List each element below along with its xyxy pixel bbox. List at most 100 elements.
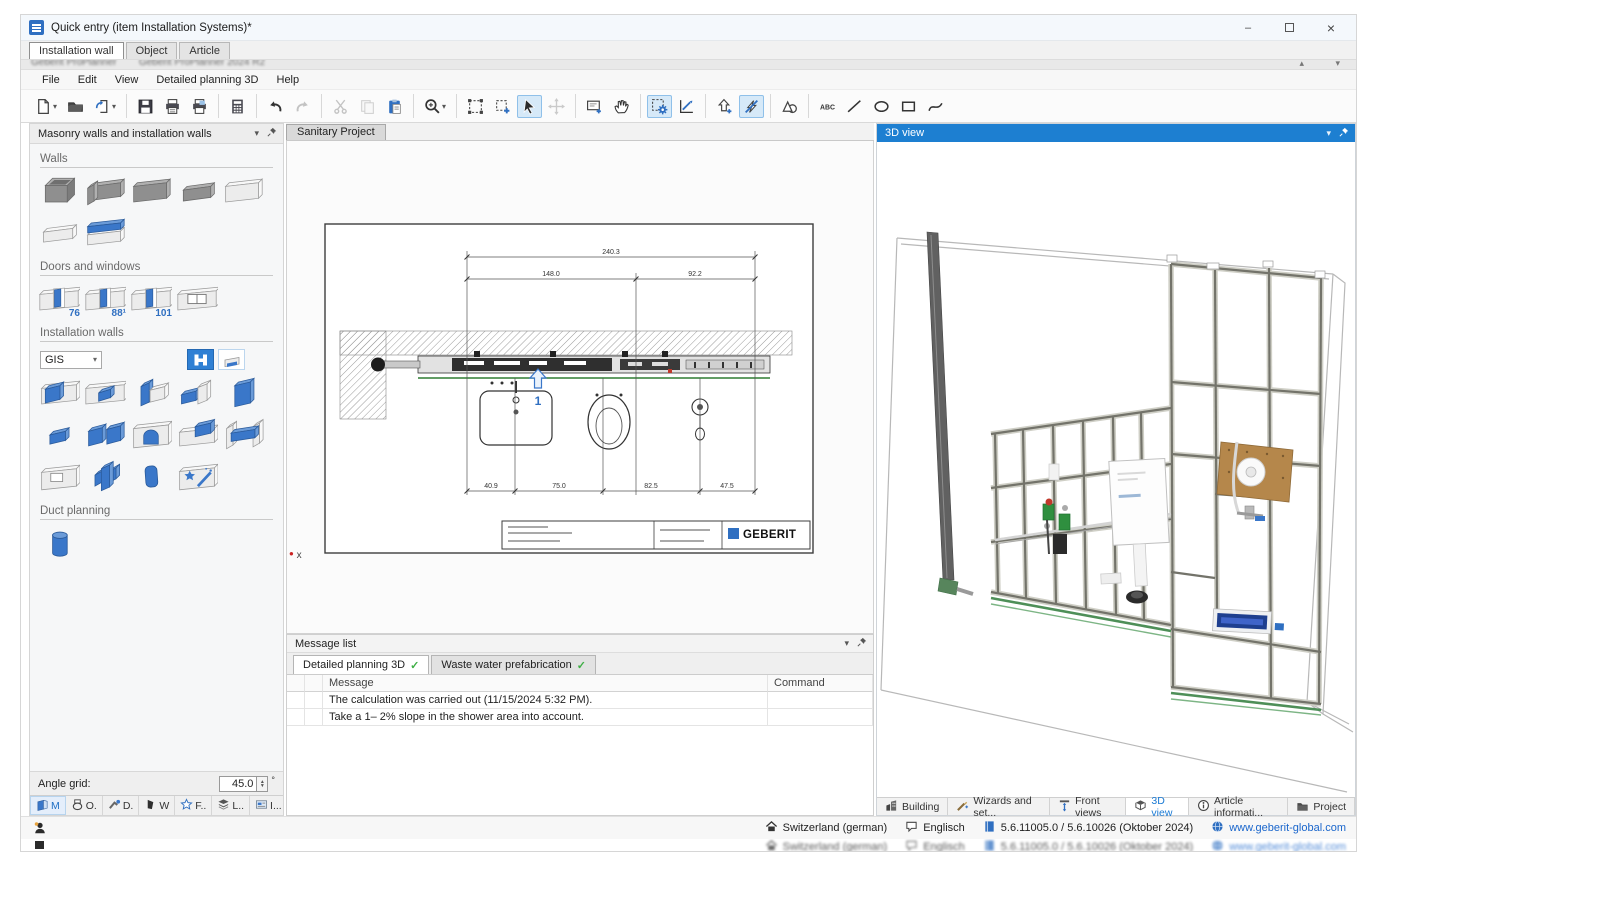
rectangle-button[interactable]	[896, 95, 921, 118]
dropdown-caret-icon[interactable]: ▾	[53, 102, 57, 111]
palette-dropdown-icon[interactable]: ▾	[254, 128, 259, 139]
slab-light-item[interactable]	[222, 173, 264, 209]
iw-f-item[interactable]	[38, 417, 80, 453]
menu-file[interactable]: File	[33, 72, 69, 88]
iw-d-item[interactable]	[176, 375, 218, 411]
view3d-dropdown-icon[interactable]: ▾	[1326, 128, 1331, 139]
wall-blue-cap-item[interactable]	[84, 215, 126, 251]
message-tab-detailed-planning-3d[interactable]: Detailed planning 3D✓	[293, 655, 429, 674]
view-tab-front-views[interactable]: Front views	[1050, 798, 1126, 815]
iw-wizard-item[interactable]	[176, 459, 218, 495]
new-file-button[interactable]: ▾	[31, 95, 61, 118]
drawing-canvas[interactable]: 1	[286, 141, 874, 634]
chevron-up-icon[interactable]: ▴	[1299, 60, 1304, 69]
iw-b-item[interactable]	[84, 375, 126, 411]
system-dropdown[interactable]: GIS▾	[40, 351, 102, 369]
print-button[interactable]	[160, 95, 185, 118]
message-row[interactable]: Take a 1– 2% slope in the shower area in…	[287, 709, 873, 726]
annotate-button[interactable]	[582, 95, 607, 118]
window-item[interactable]	[176, 281, 218, 317]
wall-mode-toggle-2[interactable]	[218, 349, 245, 370]
panel-tab-f[interactable]: F..	[175, 796, 212, 815]
minimize-button[interactable]: –	[1239, 22, 1257, 34]
slab-dark-item[interactable]	[130, 173, 172, 209]
view-tab-project[interactable]: Project	[1288, 798, 1355, 815]
pin-icon[interactable]	[267, 127, 277, 140]
pin-icon[interactable]	[857, 637, 867, 650]
message-row[interactable]: The calculation was carried out (11/15/2…	[287, 692, 873, 709]
chevron-down-icon[interactable]: ▾	[1335, 60, 1340, 69]
text-abc-button[interactable]: ABC	[815, 95, 840, 118]
iw-l-item[interactable]	[84, 459, 126, 495]
box-dark-item[interactable]	[38, 173, 80, 209]
corner-dark-item[interactable]	[84, 173, 126, 209]
door-item[interactable]: 88¹	[84, 281, 126, 317]
measure-button[interactable]	[674, 95, 699, 118]
angle-grid-stepper[interactable]: ▲▼	[257, 776, 268, 792]
3d-viewport[interactable]	[877, 142, 1355, 797]
panel-tab-l[interactable]: L..	[212, 796, 250, 815]
duct-item[interactable]	[38, 525, 80, 561]
iw-k-item[interactable]	[38, 459, 80, 495]
wall-mode-toggle-1[interactable]	[187, 349, 214, 370]
paste-button[interactable]	[382, 95, 407, 118]
view-tab-article-informati[interactable]: Article informati...	[1189, 798, 1288, 815]
undo-button[interactable]	[263, 95, 288, 118]
close-button[interactable]: ×	[1322, 20, 1340, 36]
menu-detailed-planning-3d[interactable]: Detailed planning 3D	[147, 72, 267, 88]
doc-tab-article[interactable]: Article	[179, 42, 230, 59]
hide-tool-button[interactable]	[739, 95, 764, 118]
cursor-button[interactable]	[517, 95, 542, 118]
status-www-geberit-global-com[interactable]: www.geberit-global.com	[1211, 839, 1346, 852]
select-add-button[interactable]	[490, 95, 515, 118]
line-button[interactable]	[842, 95, 867, 118]
import-button[interactable]: ▾	[90, 95, 120, 118]
panel-tab-w[interactable]: W	[139, 796, 175, 815]
menu-help[interactable]: Help	[268, 72, 309, 88]
calculator-button[interactable]	[225, 95, 250, 118]
door-item[interactable]: 101	[130, 281, 172, 317]
arrow-import-button[interactable]	[712, 95, 737, 118]
menu-edit[interactable]: Edit	[69, 72, 106, 88]
view-tab-building[interactable]: Building	[877, 798, 948, 815]
arc-button[interactable]	[923, 95, 948, 118]
ellipse-button[interactable]	[869, 95, 894, 118]
dropdown-caret-icon[interactable]: ▾	[112, 102, 116, 111]
iw-e-item[interactable]	[222, 375, 264, 411]
iw-a-item[interactable]	[38, 375, 80, 411]
dropdown-caret-icon[interactable]: ▾	[442, 102, 446, 111]
panel-tab-i[interactable]: I...	[250, 796, 288, 815]
panel-tab-d[interactable]: D.	[103, 796, 140, 815]
zoom-button[interactable]: ▾	[420, 95, 450, 118]
pin-icon[interactable]	[1339, 127, 1349, 140]
status-www-geberit-global-com[interactable]: www.geberit-global.com	[1211, 820, 1346, 836]
iw-c-item[interactable]	[130, 375, 172, 411]
hand-button[interactable]	[609, 95, 634, 118]
menu-view[interactable]: View	[106, 72, 148, 88]
open-folder-button[interactable]	[63, 95, 88, 118]
message-col-message[interactable]: Message	[323, 675, 768, 692]
doc-tab-installation-wall[interactable]: Installation wall	[29, 42, 124, 59]
panel-tab-m[interactable]: M	[30, 796, 66, 815]
door-item[interactable]: 76	[38, 281, 80, 317]
angle-grid-input[interactable]: 45.0	[219, 776, 257, 792]
iw-m-item[interactable]	[130, 459, 172, 495]
message-tab-waste-water-prefabrication[interactable]: Waste water prefabrication✓	[431, 655, 596, 674]
user-icon[interactable]	[33, 821, 47, 835]
view-tab-3d-view[interactable]: 3D view	[1126, 798, 1189, 815]
iw-j-item[interactable]	[222, 417, 264, 453]
message-col-command[interactable]: Command	[768, 675, 873, 692]
panel-tab-o[interactable]: O.	[66, 796, 103, 815]
message-list-dropdown-icon[interactable]: ▾	[844, 638, 849, 649]
print-preview-button[interactable]	[187, 95, 212, 118]
slab-dark-sm-item[interactable]	[176, 173, 218, 209]
maximize-button[interactable]	[1285, 23, 1294, 32]
iw-h-item[interactable]	[130, 417, 172, 453]
slab-light-low-item[interactable]	[38, 215, 80, 251]
iw-g-item[interactable]	[84, 417, 126, 453]
select-area-button[interactable]	[463, 95, 488, 118]
shapes-button[interactable]	[777, 95, 802, 118]
tab-sanitary-project[interactable]: Sanitary Project	[286, 124, 386, 140]
save-button[interactable]	[133, 95, 158, 118]
select-settings-button[interactable]	[647, 95, 672, 118]
